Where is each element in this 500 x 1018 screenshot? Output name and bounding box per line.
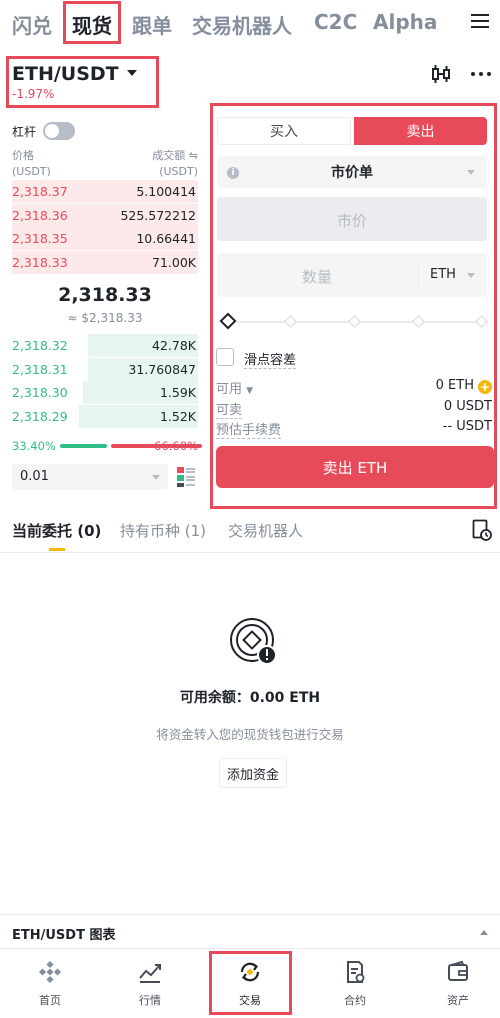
swap-icon: ⇋ bbox=[188, 149, 198, 162]
chevron-down-icon bbox=[467, 170, 475, 175]
chevron-down-icon bbox=[126, 70, 137, 76]
bottom-nav-markets[interactable]: 行情 bbox=[100, 957, 200, 1017]
sell-ratio: 66.60% bbox=[154, 439, 198, 453]
ask-row[interactable]: 2,318.37 5.100414 bbox=[12, 180, 198, 203]
buy-ratio-bar bbox=[60, 444, 107, 448]
empty-wallet-icon bbox=[230, 618, 277, 665]
bid-row[interactable]: 2,318.31 31.760847 bbox=[12, 357, 198, 381]
top-nav: 闪兑 现货 跟单 交易机器人 C2C Alpha bbox=[0, 0, 500, 46]
bottom-nav-home[interactable]: 首页 bbox=[0, 957, 100, 1017]
quantity-unit[interactable]: ETH bbox=[430, 267, 456, 282]
divider bbox=[0, 552, 500, 553]
chevron-down-icon bbox=[467, 273, 475, 278]
nav-tab-c2c[interactable]: C2C bbox=[314, 10, 357, 34]
add-funds-icon[interactable]: + bbox=[478, 380, 492, 394]
ask-row[interactable]: 2,318.33 71.00K bbox=[12, 250, 198, 274]
chevron-up-icon[interactable] bbox=[480, 930, 488, 935]
trade-icon bbox=[240, 962, 260, 982]
ask-row[interactable]: 2,318.35 10.66441 bbox=[12, 227, 198, 250]
bid-row[interactable]: 2,318.29 1.52K bbox=[12, 404, 198, 428]
order-type-select[interactable]: i 市价单 bbox=[217, 156, 487, 188]
divider bbox=[0, 948, 500, 949]
candlestick-chart-icon[interactable] bbox=[430, 64, 452, 84]
slippage-checkbox[interactable] bbox=[216, 348, 234, 366]
sell-tab[interactable]: 卖出 bbox=[354, 117, 487, 145]
ask-amount: 71.00K bbox=[152, 254, 196, 270]
chevron-down-icon bbox=[152, 475, 160, 480]
last-price: 2,318.33 bbox=[58, 284, 152, 306]
add-funds-button[interactable]: 添加资金 bbox=[219, 758, 287, 788]
active-tab-underline bbox=[49, 548, 65, 551]
menu-icon[interactable] bbox=[470, 11, 490, 31]
tab-open-orders[interactable]: 当前委托 (0) bbox=[12, 520, 101, 541]
nav-tab-convert[interactable]: 闪兑 bbox=[12, 10, 52, 39]
buy-tab[interactable]: 买入 bbox=[217, 117, 351, 145]
markets-icon bbox=[139, 964, 161, 983]
bid-price: 2,318.30 bbox=[12, 385, 68, 400]
bid-amount: 1.52K bbox=[159, 408, 196, 424]
bid-price: 2,318.31 bbox=[12, 361, 68, 377]
slider-step-75[interactable] bbox=[412, 315, 425, 328]
ask-amount: 5.100414 bbox=[136, 184, 196, 199]
order-book-layout-icon[interactable] bbox=[177, 466, 195, 488]
nav-tab-spot[interactable]: 现货 bbox=[72, 10, 112, 39]
available-value: 0 ETH + bbox=[435, 378, 492, 394]
bid-amount: 1.59K bbox=[159, 385, 196, 400]
ask-price: 2,318.37 bbox=[12, 184, 68, 199]
sell-eth-button[interactable]: 卖出 ETH bbox=[216, 446, 494, 488]
pair-symbol: ETH/USDT bbox=[12, 63, 119, 85]
ask-price: 2,318.33 bbox=[12, 254, 68, 270]
nav-tab-trading-bots[interactable]: 交易机器人 bbox=[192, 10, 292, 39]
ask-amount: 10.66441 bbox=[136, 231, 196, 246]
volume-header[interactable]: 成交额 ⇋ (USDT) bbox=[152, 148, 198, 180]
slider-handle[interactable] bbox=[219, 312, 237, 330]
more-icon[interactable] bbox=[470, 64, 492, 84]
nav-tab-copy-trading[interactable]: 跟单 bbox=[132, 10, 172, 39]
bid-price: 2,318.32 bbox=[12, 338, 68, 353]
quantity-input[interactable]: 数量 ETH bbox=[217, 253, 487, 297]
buy-ratio: 33.40% bbox=[12, 439, 56, 453]
fee-value: -- USDT bbox=[442, 419, 492, 434]
divider bbox=[0, 914, 500, 915]
bid-price: 2,318.29 bbox=[12, 408, 68, 424]
leverage-toggle[interactable] bbox=[43, 122, 75, 140]
ask-price: 2,318.35 bbox=[12, 231, 68, 246]
ask-row[interactable]: 2,318.36 525.572212 bbox=[12, 203, 198, 227]
bid-amount: 42.78K bbox=[152, 338, 196, 353]
nav-tab-alpha[interactable]: Alpha bbox=[373, 10, 437, 34]
tab-trading-bots[interactable]: 交易机器人 bbox=[228, 520, 303, 541]
home-icon bbox=[38, 960, 62, 984]
divider bbox=[418, 261, 419, 289]
tab-holdings[interactable]: 持有币种 (1) bbox=[120, 520, 206, 541]
slider-step-100[interactable] bbox=[475, 315, 488, 328]
futures-icon bbox=[347, 961, 365, 983]
leverage-label: 杠杆 bbox=[12, 125, 37, 139]
bid-amount: 31.760847 bbox=[128, 361, 196, 377]
bottom-nav-trade[interactable]: 交易 bbox=[200, 957, 300, 1017]
chart-toggle-label[interactable]: ETH/USDT 图表 bbox=[12, 924, 115, 943]
price-header: 价格 (USDT) bbox=[12, 149, 51, 178]
bid-row[interactable]: 2,318.30 1.59K bbox=[12, 381, 198, 404]
last-price-fiat: ≈ $2,318.33 bbox=[67, 311, 143, 325]
empty-hint: 将资金转入您的现货钱包进行交易 bbox=[156, 727, 344, 742]
slider-step-50[interactable] bbox=[348, 315, 361, 328]
slider-step-25[interactable] bbox=[284, 315, 297, 328]
slippage-label: 滑点容差 bbox=[244, 353, 297, 369]
pair-change: -1.97% bbox=[12, 87, 55, 101]
pair-selector[interactable]: ETH/USDT bbox=[12, 63, 137, 85]
depth-precision-select[interactable]: 0.01 bbox=[12, 464, 168, 490]
available-balance: 可用余额：0.00 ETH bbox=[179, 690, 321, 706]
available-label[interactable]: 可用 ▼ bbox=[216, 378, 253, 397]
order-history-icon[interactable] bbox=[472, 519, 492, 541]
bid-row[interactable]: 2,318.32 42.78K bbox=[12, 334, 198, 357]
bottom-nav-assets[interactable]: 资产 bbox=[408, 957, 500, 1017]
fee-label: 预估手续费 bbox=[216, 423, 282, 439]
sellable-label: 可卖 bbox=[216, 403, 243, 419]
wallet-icon bbox=[448, 960, 468, 981]
ask-amount: 525.572212 bbox=[120, 207, 196, 223]
ask-price: 2,318.36 bbox=[12, 207, 68, 223]
bottom-nav-futures[interactable]: 合约 bbox=[305, 957, 405, 1017]
sellable-value: 0 USDT bbox=[443, 399, 492, 414]
price-input[interactable]: 市价 bbox=[217, 197, 487, 241]
